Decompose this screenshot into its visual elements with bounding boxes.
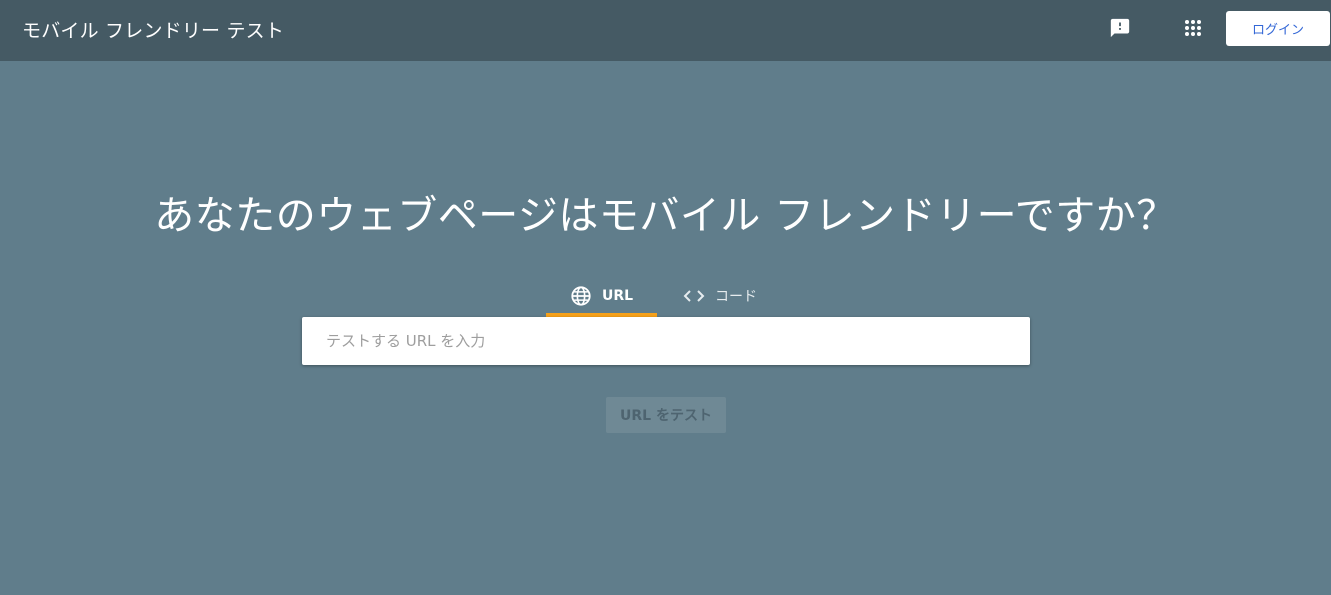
login-button[interactable]: ログイン	[1226, 11, 1330, 46]
test-url-button[interactable]: URL をテスト	[606, 397, 726, 433]
apps-button[interactable]	[1178, 15, 1208, 45]
url-input-container	[302, 317, 1030, 365]
apps-grid-icon	[1183, 18, 1203, 42]
tab-url-label: URL	[601, 288, 634, 304]
code-icon	[683, 288, 705, 304]
globe-icon	[570, 285, 592, 307]
tab-code-label: コード	[715, 289, 757, 305]
tab-url[interactable]: URL	[546, 275, 657, 317]
page-headline: あなたのウェブページはモバイル フレンドリーですか？	[154, 193, 1177, 239]
feedback-button[interactable]	[1105, 15, 1135, 45]
top-bar: モバイル フレンドリー テスト ログイン	[0, 0, 1331, 61]
feedback-icon	[1109, 17, 1131, 43]
app-title: モバイル フレンドリー テスト	[22, 20, 285, 42]
tab-code[interactable]: コード	[679, 275, 783, 317]
url-input[interactable]	[302, 317, 1030, 365]
